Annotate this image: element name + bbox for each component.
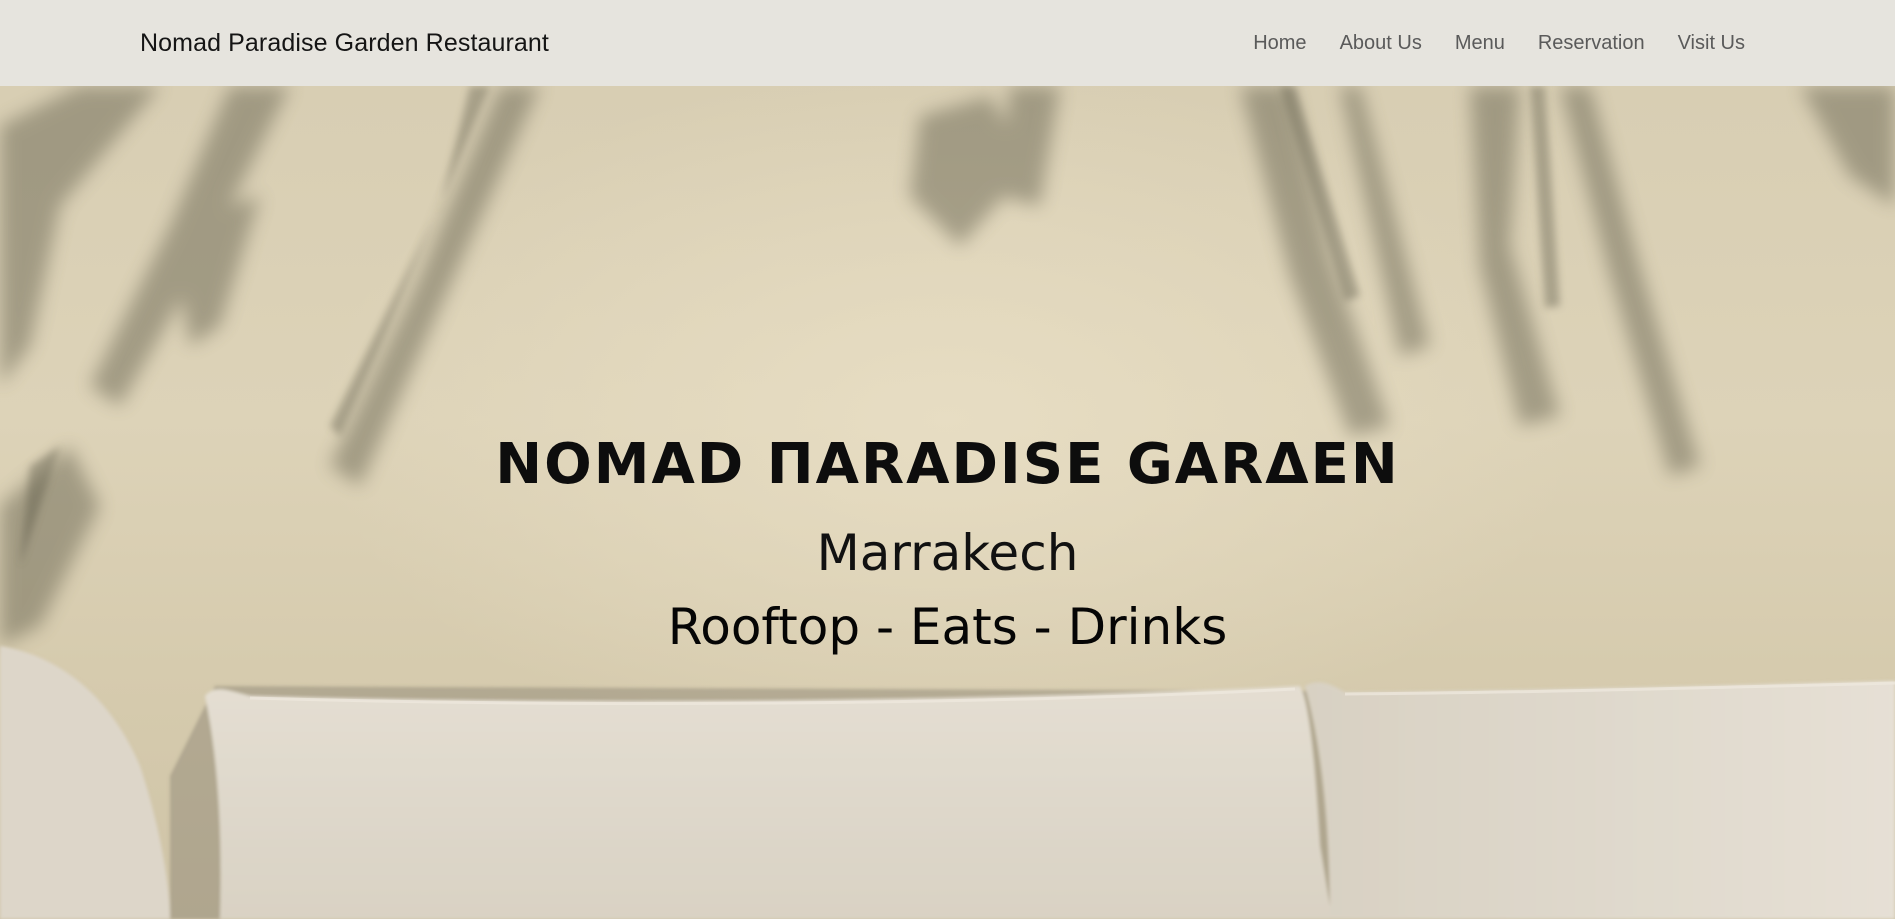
nav-link-visit-us[interactable]: Visit Us [1678, 32, 1745, 54]
brand-link[interactable]: Nomad Paradise Garden Restaurant [140, 29, 549, 58]
hero-section: NOMAD ΠARADISE GARΔEN Marrakech Rooftop … [0, 86, 1895, 919]
nav-link-about-us[interactable]: About Us [1340, 32, 1422, 54]
nav-link-home[interactable]: Home [1253, 32, 1306, 54]
nav-item-menu: Menu [1455, 32, 1505, 55]
hero-city: Marrakech [816, 524, 1079, 582]
navbar: Nomad Paradise Garden Restaurant Home Ab… [0, 0, 1895, 86]
hero-tagline: Rooftop - Eats - Drinks [667, 598, 1228, 656]
nav-item-about: About Us [1340, 32, 1422, 55]
nav-item-reservation: Reservation [1538, 32, 1645, 55]
nav-menu: Home About Us Menu Reservation Visit Us [1253, 32, 1745, 55]
hero-title: NOMAD ΠARADISE GARΔEN [495, 432, 1400, 497]
nav-item-home: Home [1253, 32, 1306, 55]
nav-link-reservation[interactable]: Reservation [1538, 32, 1645, 54]
hero-background-image [0, 86, 1895, 919]
nav-item-visit: Visit Us [1678, 32, 1745, 55]
nav-link-menu[interactable]: Menu [1455, 32, 1505, 54]
